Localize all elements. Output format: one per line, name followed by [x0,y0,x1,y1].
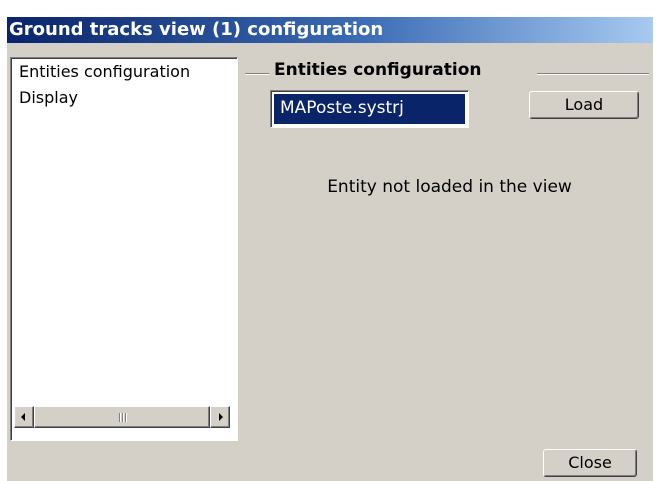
grip-line [119,413,120,422]
scroll-right-button[interactable] [210,406,230,428]
groupbox-title: Entities configuration [271,60,485,80]
configuration-dialog: Ground tracks view (1) configuration Ent… [7,17,653,481]
load-button[interactable]: Load [529,91,639,119]
horizontal-scrollbar[interactable] [14,406,230,428]
groupbox-border-left [245,73,269,75]
scroll-thumb[interactable] [34,406,210,428]
window-title: Ground tracks view (1) configuration [7,17,653,43]
close-button[interactable]: Close [543,449,637,477]
entity-selector[interactable]: MAPoste.systrj [270,90,469,128]
arrow-right-icon [219,413,223,421]
grip-line [125,413,126,422]
tree-item-entities-configuration[interactable]: Entities configuration [19,62,190,82]
grip-line [122,413,123,422]
entity-selected-value[interactable]: MAPoste.systrj [274,94,465,124]
scroll-left-button[interactable] [14,406,34,428]
entity-status-message: Entity not loaded in the view [327,177,572,197]
tree-item-display[interactable]: Display [19,88,78,108]
arrow-left-icon [21,413,25,421]
groupbox-border-right [537,73,649,75]
navigation-tree[interactable]: Entities configuration Display [10,57,238,441]
